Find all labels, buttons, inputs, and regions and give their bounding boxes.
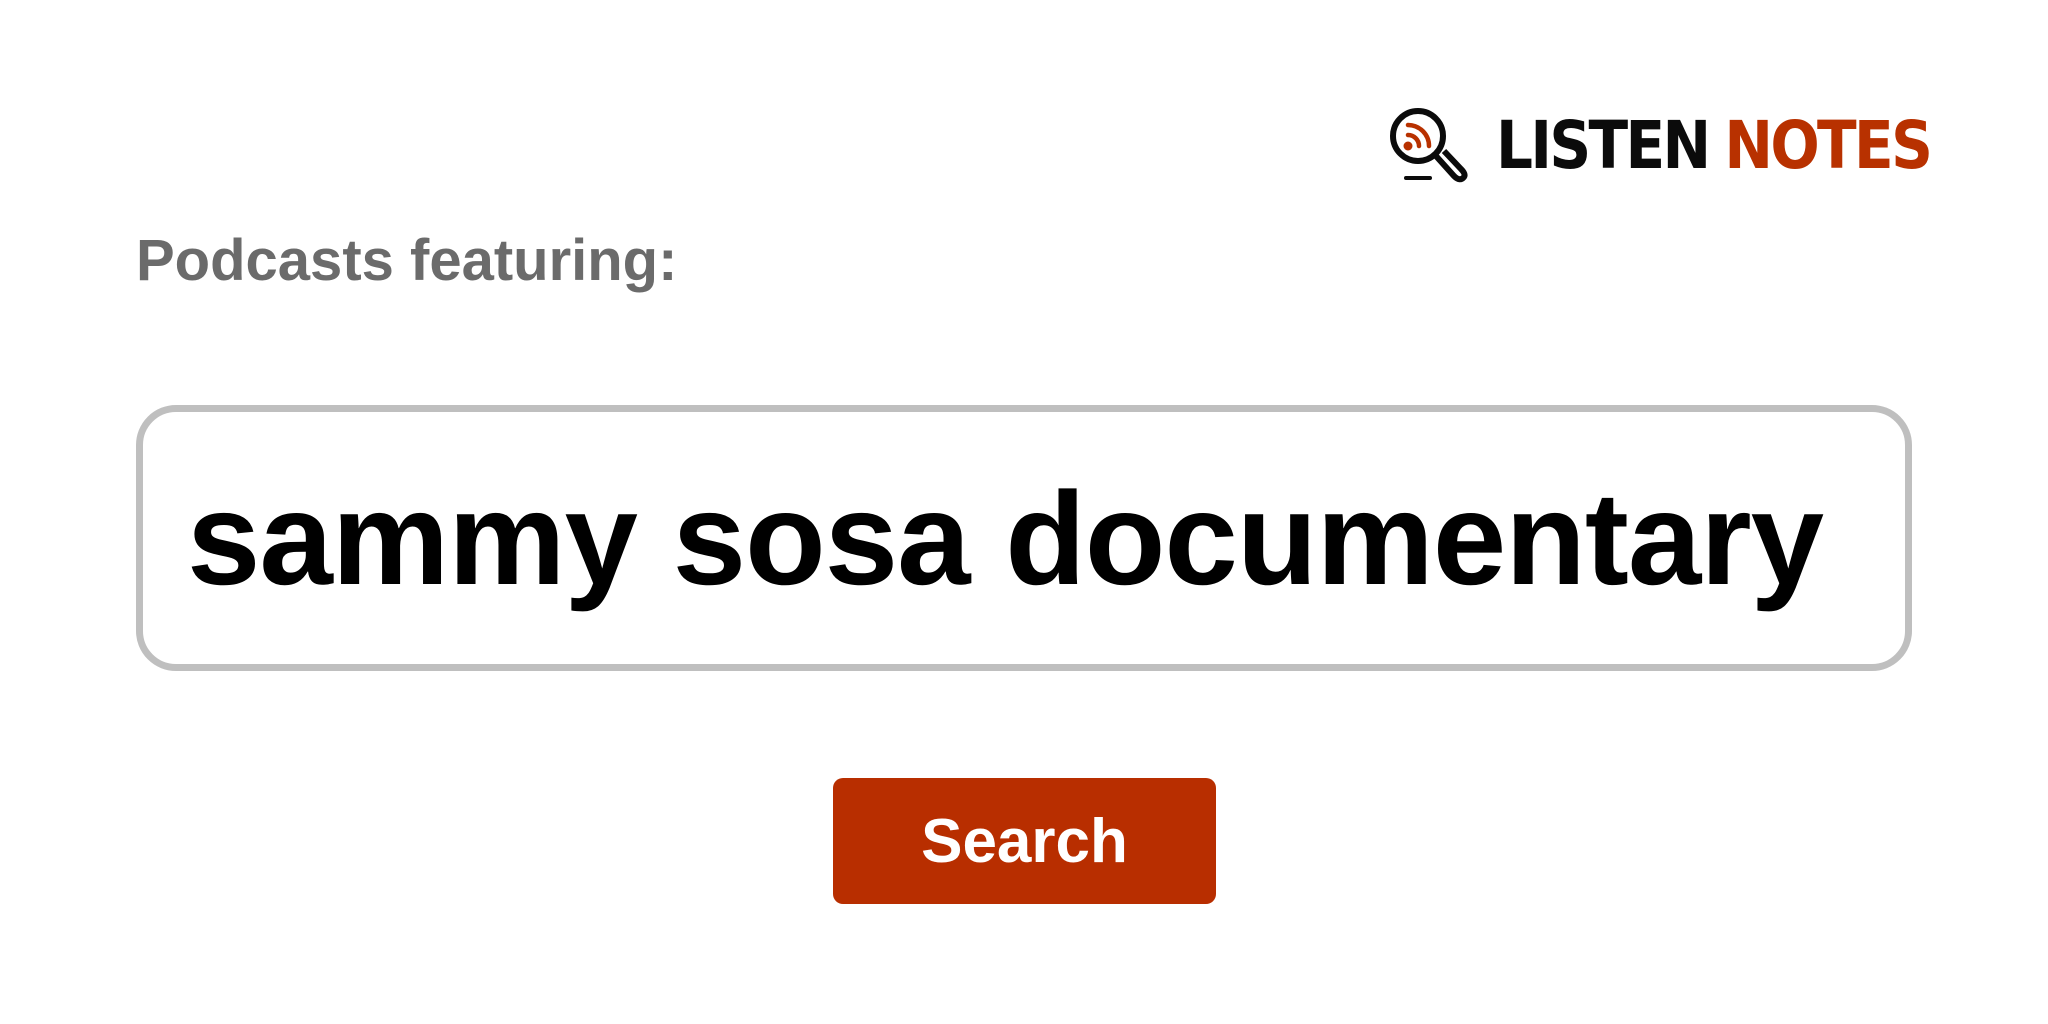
- search-input[interactable]: [143, 412, 1905, 664]
- logo-wordmark: LISTEN NOTES: [1496, 113, 1933, 179]
- search-button[interactable]: Search: [833, 778, 1216, 904]
- logo-word-listen: LISTEN: [1496, 107, 1711, 184]
- logo-word-notes: NOTES: [1724, 107, 1933, 184]
- podcast-magnifier-icon: [1390, 108, 1468, 183]
- listen-notes-logo[interactable]: LISTEN NOTES: [1384, 104, 1989, 188]
- page-heading: Podcasts featuring:: [136, 228, 678, 293]
- search-box[interactable]: [136, 405, 1912, 671]
